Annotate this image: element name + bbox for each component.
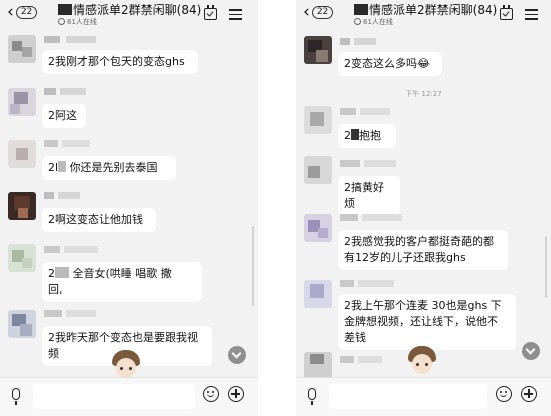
- avatar[interactable]: [8, 310, 36, 338]
- unread-count-badge: 22: [311, 5, 334, 19]
- emoji-icon[interactable]: [203, 386, 219, 402]
- microphone-icon[interactable]: [12, 388, 20, 405]
- message-bubble[interactable]: 2我刚才那个包天的变态ghs: [42, 50, 198, 74]
- input-bar: [296, 377, 551, 416]
- message-bubble[interactable]: 2啊这变态让他加钱: [42, 208, 156, 232]
- message-text: 2啊这变态让他加钱: [48, 213, 143, 226]
- avatar[interactable]: [304, 106, 332, 134]
- calendar-check-icon[interactable]: [500, 5, 513, 20]
- sender-name: [340, 160, 400, 167]
- anime-sticker: [404, 346, 440, 376]
- message-bubble[interactable]: 2阿这: [42, 104, 86, 128]
- chat-title: 情感派单2群禁闲聊(84): [354, 3, 497, 18]
- avatar[interactable]: [8, 88, 36, 116]
- avatar[interactable]: [8, 244, 36, 272]
- left-chat-screen: ‹ 22 情感派单2群禁闲聊(84) 61人在线 2我刚才那个包天的变态ghs …: [0, 0, 258, 416]
- message-text-prefix: 2: [344, 129, 351, 142]
- redaction-mask: [351, 129, 359, 140]
- avatar[interactable]: [8, 192, 36, 220]
- scrollbar[interactable]: [252, 226, 254, 306]
- message-input[interactable]: [33, 384, 195, 409]
- scrollbar[interactable]: [545, 236, 547, 298]
- message-bubble[interactable]: 2变态这么多吗😂: [338, 52, 442, 76]
- message-bubble[interactable]: 2l 你还是先别去泰国: [42, 156, 176, 180]
- message-text: 2我上午那个连麦 30也是ghs 下 金牌想视频，还让线下，说他不 差钱: [344, 299, 502, 344]
- message-text: 你还是先别去泰国: [69, 161, 158, 174]
- online-count: 61人在线: [354, 18, 497, 27]
- redaction-mask: [55, 267, 69, 278]
- menu-icon[interactable]: [525, 9, 538, 20]
- message-text: 2我刚才那个包天的变态ghs: [48, 55, 185, 68]
- sender-name: [340, 214, 402, 221]
- chat-title-block[interactable]: 情感派单2群禁闲聊(84) 61人在线: [354, 3, 497, 27]
- chat-header: ‹ 22 情感派单2群禁闲聊(84) 61人在线: [296, 0, 551, 34]
- microphone-icon[interactable]: [308, 388, 316, 405]
- redaction-mask: [354, 4, 368, 15]
- timestamp: 下午 12:27: [405, 90, 442, 98]
- message-bubble[interactable]: 2 全音女(哄睡 唱歌 撒 回,: [42, 262, 202, 302]
- plus-icon[interactable]: [228, 386, 244, 402]
- sender-name: [44, 192, 104, 199]
- avatar[interactable]: [8, 35, 36, 63]
- message-bubble[interactable]: 2搞黄好烦: [338, 176, 400, 216]
- message-text: 2阿这: [48, 109, 77, 122]
- avatar[interactable]: [304, 280, 332, 308]
- right-chat-screen: ‹ 22 情感派单2群禁闲聊(84) 61人在线 2变态这么多吗😂 下午 12:…: [296, 0, 551, 416]
- calendar-check-icon[interactable]: [204, 5, 217, 20]
- avatar[interactable]: [8, 140, 36, 168]
- redaction-mask: [58, 161, 67, 172]
- sender-name: [44, 88, 104, 95]
- message-text-prefix: 2: [48, 267, 55, 280]
- sender-name: [44, 310, 104, 317]
- sender-name: [340, 280, 400, 287]
- online-icon: [354, 18, 361, 25]
- unread-count-badge: 22: [15, 5, 38, 19]
- anime-sticker: [108, 350, 144, 380]
- avatar[interactable]: [304, 214, 332, 242]
- sender-name: [44, 140, 104, 147]
- redaction-mask: [58, 4, 72, 15]
- message-text-prefix: 2l: [48, 161, 59, 174]
- message-bubble[interactable]: 2 抱抱: [338, 124, 396, 148]
- sender-name: [340, 356, 400, 363]
- chat-title-block[interactable]: 情感派单2群禁闲聊(84) 61人在线: [58, 3, 201, 27]
- menu-icon[interactable]: [229, 9, 242, 20]
- sender-name: [44, 246, 104, 253]
- message-input[interactable]: [329, 384, 487, 409]
- chat-header: ‹ 22 情感派单2群禁闲聊(84) 61人在线: [0, 0, 258, 34]
- avatar[interactable]: [304, 352, 332, 380]
- sender-name: [340, 38, 400, 45]
- chevron-left-icon: ‹: [7, 2, 14, 22]
- online-icon: [58, 18, 65, 25]
- message-text: 2变态这么多吗😂: [344, 57, 430, 70]
- plus-icon[interactable]: [521, 386, 537, 402]
- avatar[interactable]: [304, 156, 332, 184]
- online-count: 61人在线: [58, 18, 201, 27]
- message-text: 2我感觉我的客户都挺奇葩的都 有12岁的儿子还跟我ghs: [344, 235, 494, 264]
- back-button[interactable]: ‹ 22: [303, 2, 334, 22]
- sender-name: [44, 36, 104, 43]
- input-bar: [0, 377, 258, 416]
- chat-title: 情感派单2群禁闲聊(84): [58, 3, 201, 18]
- back-button[interactable]: ‹ 22: [7, 2, 38, 22]
- chevron-down-icon[interactable]: [228, 346, 246, 364]
- avatar[interactable]: [304, 36, 332, 64]
- chevron-left-icon: ‹: [303, 2, 310, 22]
- message-text: 抱抱: [359, 129, 381, 142]
- message-text: 2搞黄好烦: [344, 181, 384, 210]
- message-bubble[interactable]: 2我上午那个连麦 30也是ghs 下 金牌想视频，还让线下，说他不 差钱: [338, 294, 516, 350]
- emoji-icon[interactable]: [496, 386, 512, 402]
- message-bubble[interactable]: 2我感觉我的客户都挺奇葩的都 有12岁的儿子还跟我ghs: [338, 230, 508, 270]
- chevron-down-icon[interactable]: [522, 342, 540, 360]
- sender-name: [340, 108, 400, 115]
